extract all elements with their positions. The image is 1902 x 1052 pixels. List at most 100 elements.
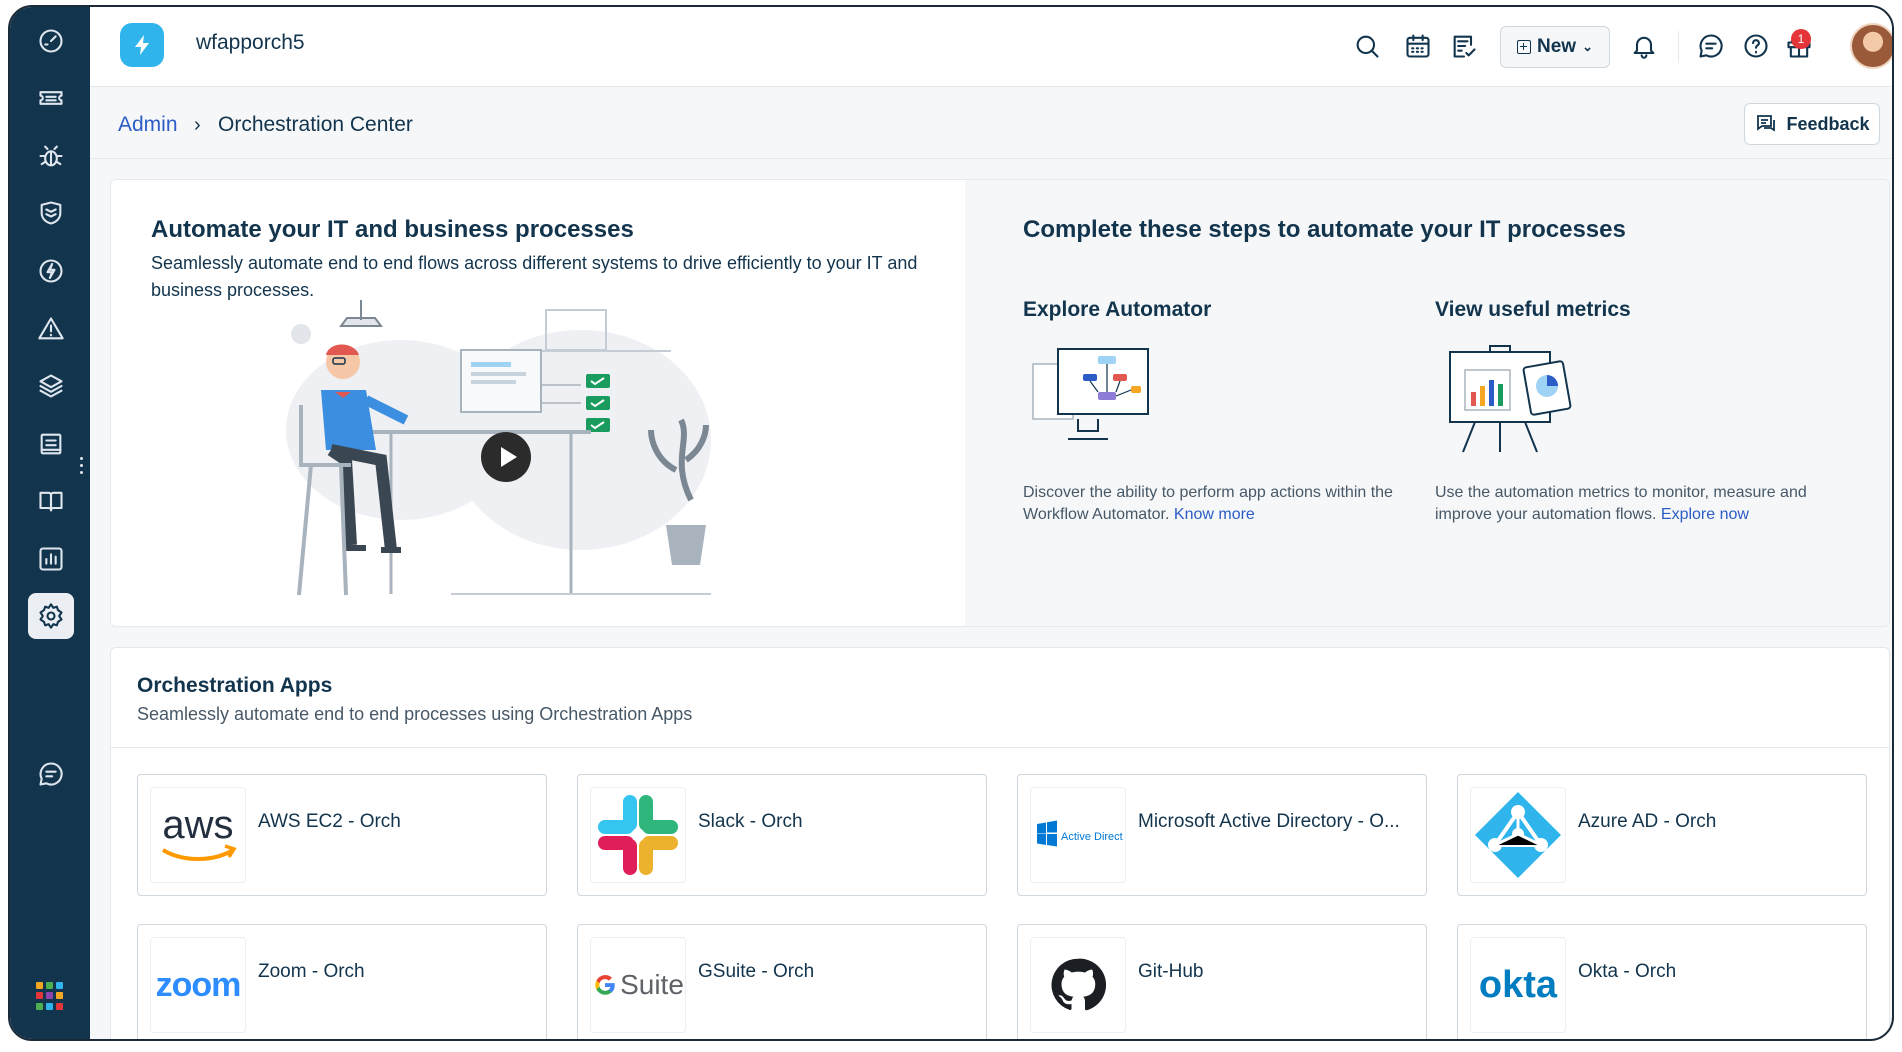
step-metrics-text: Use the automation metrics to monitor, m… bbox=[1435, 482, 1815, 526]
calendar-icon bbox=[1406, 34, 1430, 58]
app-card-github[interactable]: Git-Hub bbox=[1017, 924, 1427, 1039]
releases-icon bbox=[39, 259, 63, 283]
steps-panel: Complete these steps to automate your IT… bbox=[965, 180, 1889, 626]
sidebar-item-projects[interactable] bbox=[28, 421, 74, 467]
zoom-logo: zoom bbox=[150, 937, 246, 1033]
message-icon bbox=[1699, 34, 1723, 58]
app-name: Git-Hub bbox=[1138, 961, 1204, 982]
sidebar-item-assets[interactable] bbox=[28, 363, 74, 409]
lightning-icon bbox=[135, 35, 149, 55]
help-icon bbox=[1744, 34, 1768, 58]
tickets-icon bbox=[39, 91, 63, 105]
app-card-zoom[interactable]: zoom Zoom - Orch bbox=[137, 924, 547, 1039]
app-card-okta[interactable]: okta Okta - Orch bbox=[1457, 924, 1867, 1039]
steps-title: Complete these steps to automate your IT… bbox=[1023, 216, 1626, 243]
azure-ad-logo bbox=[1470, 787, 1566, 883]
hero-description: Seamlessly automate end to end flows acr… bbox=[151, 253, 918, 300]
google-g-icon bbox=[595, 975, 615, 995]
sidebar-item-reports[interactable] bbox=[28, 536, 74, 582]
sidebar-more-icon[interactable] bbox=[79, 457, 85, 477]
sidebar-item-releases[interactable] bbox=[28, 248, 74, 294]
app-name: Zoom - Orch bbox=[258, 961, 365, 982]
app-card-gsuite[interactable]: Suite GSuite - Orch bbox=[577, 924, 987, 1039]
solutions-icon bbox=[39, 491, 63, 512]
sidebar-item-solutions[interactable] bbox=[28, 478, 74, 524]
zoom-logo-text: zoom bbox=[155, 965, 242, 1004]
hero-intro: Automate your IT and business processes … bbox=[111, 180, 965, 626]
assets-icon bbox=[39, 374, 63, 398]
workspace-name[interactable]: wfapporch5 bbox=[196, 31, 305, 55]
aws-logo-text: aws bbox=[162, 803, 233, 847]
gsuite-logo-text: Suite bbox=[620, 969, 684, 1000]
orchestration-apps-title: Orchestration Apps bbox=[137, 674, 333, 697]
github-logo bbox=[1030, 937, 1126, 1033]
step-explore-automator: Explore Automator Discover the ability t… bbox=[1023, 298, 1403, 526]
breadcrumb-separator: › bbox=[194, 114, 201, 136]
app-name: Okta - Orch bbox=[1578, 961, 1677, 982]
metrics-illustration bbox=[1449, 345, 1572, 453]
alerts-icon bbox=[38, 317, 64, 340]
step-explore-text: Discover the ability to perform app acti… bbox=[1023, 482, 1403, 526]
sidebar-item-admin[interactable] bbox=[28, 593, 74, 639]
play-video-button[interactable] bbox=[481, 432, 531, 482]
app-card-azure-ad[interactable]: Azure AD - Orch bbox=[1457, 774, 1867, 896]
automator-illustration bbox=[1032, 348, 1149, 440]
breadcrumb-bar: Admin › Orchestration Center Feedback bbox=[90, 87, 1892, 159]
search-icon bbox=[1356, 35, 1379, 58]
explore-now-link[interactable]: Explore now bbox=[1661, 506, 1749, 523]
search-button[interactable] bbox=[1350, 29, 1384, 63]
aws-logo: aws bbox=[150, 787, 246, 883]
sidebar-item-changes[interactable] bbox=[28, 190, 74, 236]
orchestration-apps-description: Seamlessly automate end to end processes… bbox=[137, 704, 693, 724]
dashboard-icon bbox=[39, 29, 63, 53]
user-avatar[interactable] bbox=[1850, 23, 1892, 69]
sidebar-item-dashboard[interactable] bbox=[28, 18, 74, 64]
chat-icon bbox=[39, 762, 63, 786]
notifications-button[interactable] bbox=[1627, 29, 1661, 63]
app-name: Azure AD - Orch bbox=[1578, 811, 1717, 832]
know-more-link[interactable]: Know more bbox=[1174, 506, 1255, 523]
feedback-button[interactable]: Feedback bbox=[1744, 103, 1880, 145]
active-directory-logo-text: Active Directory bbox=[1061, 831, 1123, 843]
calendar-button[interactable] bbox=[1401, 29, 1435, 63]
app-name: Microsoft Active Directory - O... bbox=[1138, 811, 1400, 832]
problems-icon bbox=[39, 145, 63, 167]
step-metrics-description: Use the automation metrics to monitor, m… bbox=[1435, 484, 1807, 523]
app-name: GSuite - Orch bbox=[698, 961, 815, 982]
header-divider bbox=[1678, 31, 1679, 63]
okta-logo-text: okta bbox=[1478, 963, 1558, 1006]
breadcrumb-admin-link[interactable]: Admin bbox=[118, 113, 178, 137]
admin-icon bbox=[39, 603, 63, 629]
feedback-label: Feedback bbox=[1786, 113, 1870, 134]
hero-title: Automate your IT and business processes bbox=[151, 216, 634, 243]
sidebar bbox=[10, 7, 90, 1039]
orchestration-apps-header: Orchestration Apps Seamlessly automate e… bbox=[111, 648, 1889, 748]
plus-square-icon bbox=[1517, 40, 1531, 54]
bell-icon bbox=[1633, 36, 1655, 59]
app-card-aws-ec2[interactable]: aws AWS EC2 - Orch bbox=[137, 774, 547, 896]
todo-icon bbox=[1453, 35, 1476, 58]
apps-grid-icon[interactable] bbox=[36, 982, 64, 1010]
slack-logo bbox=[590, 787, 686, 883]
step-view-metrics: View useful metrics Use the automation m… bbox=[1435, 298, 1815, 526]
orchestration-apps-section: Orchestration Apps Seamlessly automate e… bbox=[110, 647, 1890, 1039]
messages-button[interactable] bbox=[1694, 29, 1728, 63]
top-header: wfapporch5 New ⌄ 1 bbox=[90, 7, 1892, 87]
notification-badge: 1 bbox=[1791, 29, 1811, 49]
sidebar-item-alerts[interactable] bbox=[28, 306, 74, 352]
help-button[interactable] bbox=[1739, 29, 1773, 63]
projects-icon bbox=[40, 433, 62, 455]
new-button[interactable]: New ⌄ bbox=[1500, 26, 1610, 68]
page-title: Orchestration Center bbox=[218, 113, 413, 136]
sidebar-item-problems[interactable] bbox=[28, 133, 74, 179]
sidebar-item-chat[interactable] bbox=[28, 751, 74, 797]
changes-icon bbox=[40, 201, 62, 225]
todo-button[interactable] bbox=[1447, 29, 1481, 63]
product-logo[interactable] bbox=[120, 23, 164, 67]
sidebar-item-tickets[interactable] bbox=[28, 75, 74, 121]
app-window: wfapporch5 New ⌄ 1 Admin › Orchestration… bbox=[8, 5, 1894, 1041]
app-card-active-directory[interactable]: Active Directory Microsoft Active Direct… bbox=[1017, 774, 1427, 896]
app-card-slack[interactable]: Slack - Orch bbox=[577, 774, 987, 896]
app-name: Slack - Orch bbox=[698, 811, 803, 832]
step-explore-title: Explore Automator bbox=[1023, 298, 1212, 321]
